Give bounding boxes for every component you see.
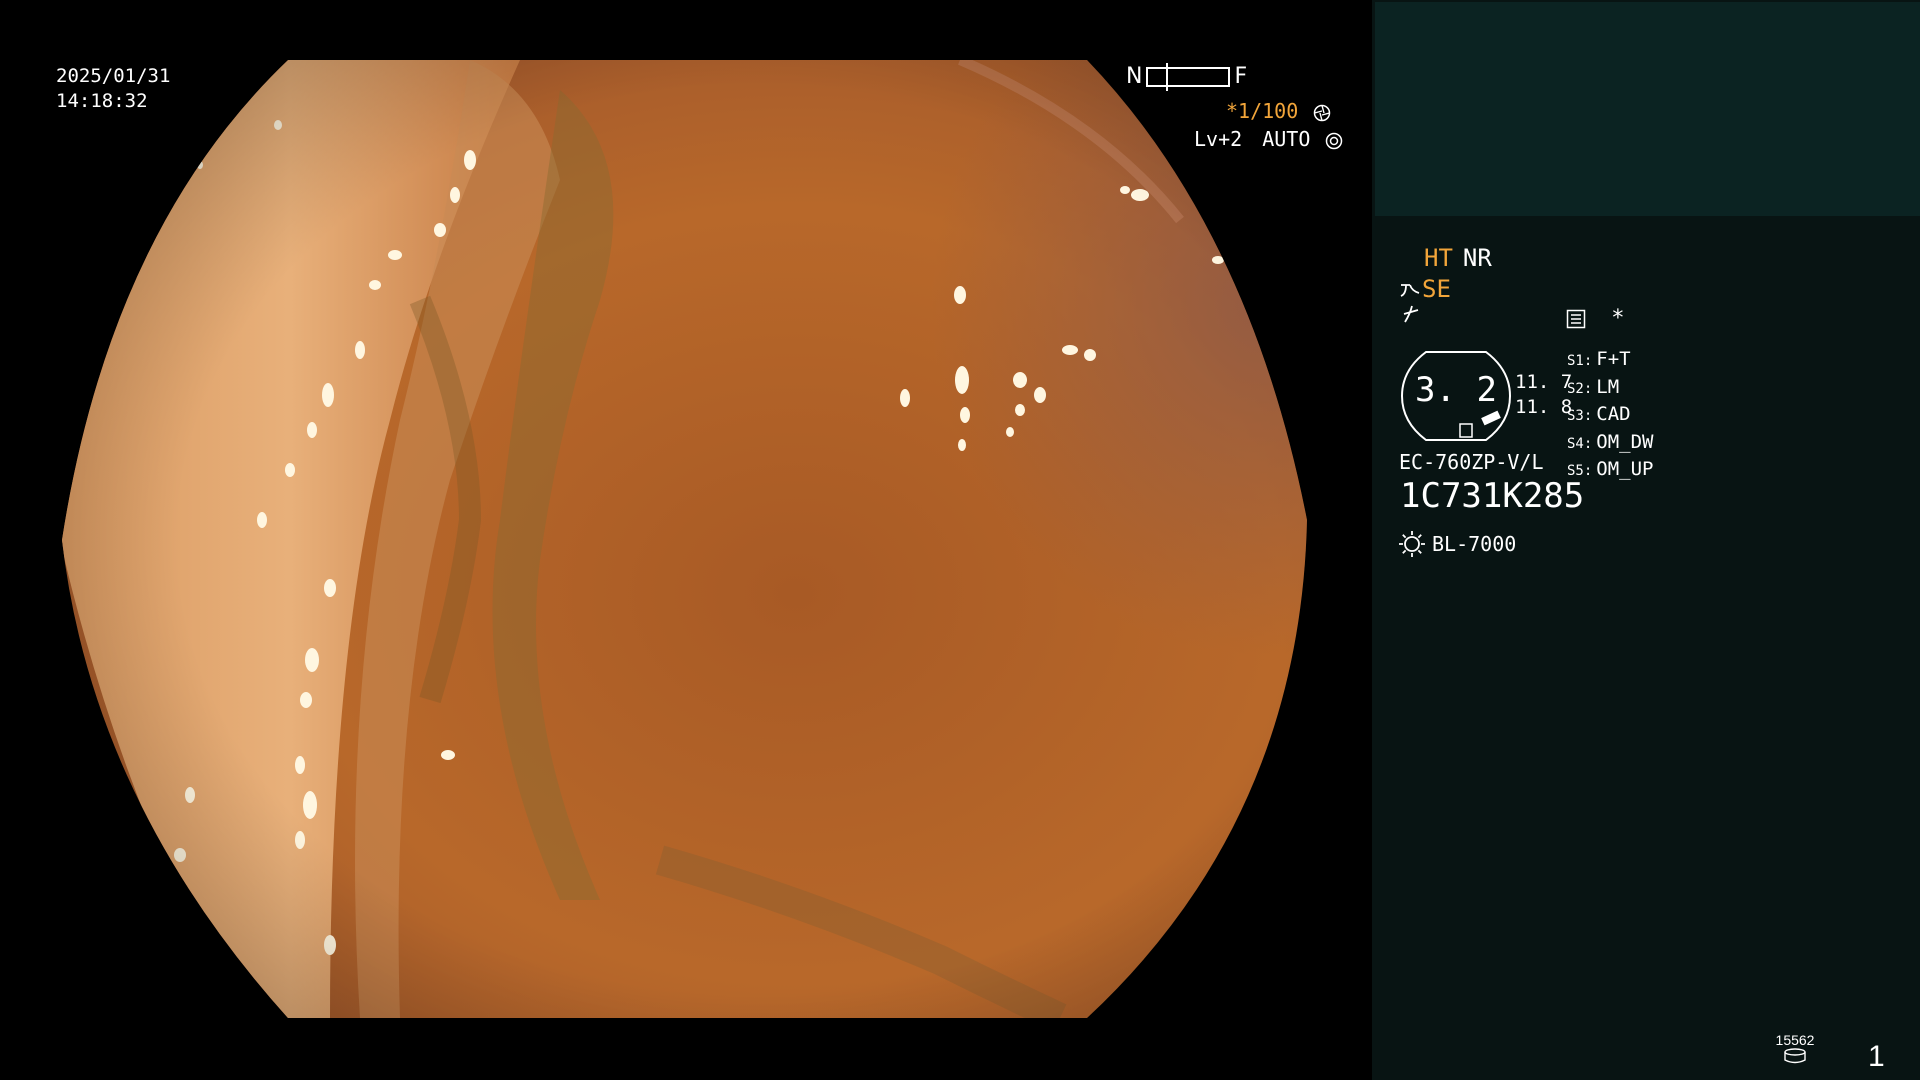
stat-1: 11. 7 [1515,371,1573,393]
thumbnail-area [1375,2,1920,216]
nr-label: NR [1462,244,1492,272]
brightness-level-readout: Lv+2 AUTO [1194,127,1343,151]
auto-text: AUTO [1262,127,1311,151]
page-number: 1 [1868,1040,1885,1073]
setting-row: S4: OM_DW [1567,430,1654,458]
date-text: 2025/01/31 [56,65,171,87]
processing-mode-row: HT NR [1424,244,1502,272]
aperture-icon [1314,104,1331,121]
far-label: F [1234,64,1248,89]
time-text: 14:18:32 [56,90,148,112]
auto-gear-icon [1326,132,1343,149]
setting-value: CAD [1596,403,1631,425]
scope-diameter-badge: 3. 2 [1398,350,1514,442]
setting-key: S2: [1567,380,1593,397]
badge-value: 3. 2 [1415,370,1497,410]
setting-row: S1: F+T [1567,347,1654,375]
menu-list-icon [1566,309,1586,329]
structure-enhance-row: SE [1400,275,1451,303]
structure-enhance-icon [1400,284,1420,297]
edge-enhance-row [1402,304,1422,330]
edge-enhance-icon [1403,305,1419,323]
sun-light-icon [1399,531,1425,557]
focus-bar [1146,62,1231,91]
endoscopy-monitor-screen: 2025/01/31 14:18:32 N F *1/100 Lv+2 AUTO [0,0,1920,1080]
setting-row: S2: LM [1567,375,1654,403]
switch-settings-list: S1: F+T S2: LM S3: CAD S4: OM_DW S5: OM_UP [1567,347,1654,485]
storage-disk-icon [1784,1048,1806,1064]
date-time-readout: 2025/01/31 14:18:32 [56,64,170,114]
level-text: Lv+2 [1194,127,1243,151]
storage-count: 15562 [1775,1032,1815,1048]
shutter-ratio-readout: *1/100 [1226,99,1331,123]
setting-value: OM_UP [1596,458,1654,480]
shutter-ratio-text: *1/100 [1226,99,1299,123]
scope-stats: 11. 7 11. 8 [1515,370,1572,420]
endoscopic-image [62,60,1307,1018]
near-far-focus-indicator: N F [1126,62,1248,91]
asterisk-mark: * [1611,306,1625,331]
scope-model-name: EC-760ZP-V/L [1399,450,1544,474]
menu-row: * [1566,306,1625,331]
light-source-row: BL-7000 [1398,530,1516,558]
stat-2: 11. 8 [1515,396,1573,418]
scope-serial-number: 1C731K285 [1400,476,1585,516]
setting-key: S1: [1567,353,1593,369]
setting-key: S4: [1567,435,1593,452]
light-source-text: BL-7000 [1432,532,1517,556]
setting-value: LM [1596,375,1620,398]
setting-row: S3: CAD [1567,402,1654,430]
near-label: N [1126,64,1143,89]
ht-label: HT [1424,244,1453,272]
setting-value: OM_DW [1596,430,1654,453]
endoscope-view: 2025/01/31 14:18:32 N F *1/100 Lv+2 AUTO [0,0,1372,1080]
storage-counter: 15562 [1765,1032,1825,1068]
setting-key: S3: [1567,408,1593,424]
info-panel: HT NR SE * 3. 2 11. 7 11. 8 S1: F+T S2: … [1372,0,1920,1080]
setting-value: F+T [1596,348,1631,370]
se-label: SE [1422,275,1451,303]
